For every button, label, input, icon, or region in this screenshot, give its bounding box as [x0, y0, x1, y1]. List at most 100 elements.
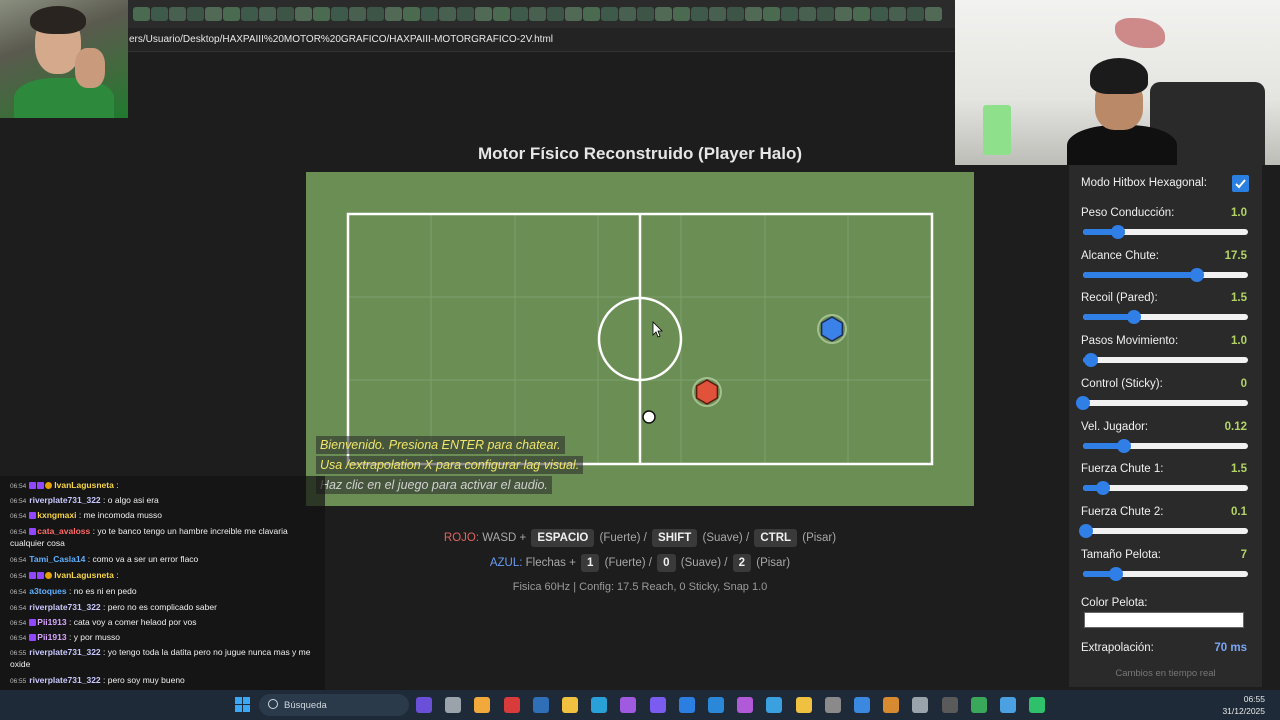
- slider-thumb[interactable]: [1095, 481, 1110, 496]
- browser-tab[interactable]: [708, 7, 726, 21]
- browser-tab-strip[interactable]: [0, 0, 955, 28]
- taskbar-app-icon[interactable]: [1000, 697, 1016, 713]
- browser-tab[interactable]: [528, 7, 546, 21]
- browser-tab[interactable]: [618, 7, 636, 21]
- slider-thumb[interactable]: [1110, 225, 1125, 239]
- setting-value: 0: [1240, 377, 1247, 390]
- browser-tab[interactable]: [204, 7, 222, 21]
- browser-tab[interactable]: [834, 7, 852, 21]
- setting-slider[interactable]: [1079, 523, 1248, 538]
- setting-value: 1.5: [1231, 292, 1247, 305]
- browser-tab[interactable]: [492, 7, 510, 21]
- key-badge: ESPACIO: [531, 529, 595, 547]
- browser-tab[interactable]: [294, 7, 312, 21]
- taskbar-app-icon[interactable]: [620, 697, 637, 713]
- taskbar-app-icon[interactable]: [445, 697, 462, 713]
- setting-slider[interactable]: [1083, 438, 1248, 453]
- browser-tab[interactable]: [654, 7, 672, 21]
- taskbar-app-icon[interactable]: [854, 697, 870, 713]
- taskbar-app-icon[interactable]: [970, 697, 987, 713]
- taskbar-app-icon[interactable]: [649, 697, 666, 713]
- browser-tab[interactable]: [762, 7, 780, 21]
- chat-message: 06:55 riverplate731_322 : pero soy muy bu…: [10, 675, 185, 685]
- slider-thumb[interactable]: [1079, 523, 1094, 538]
- setting-slider[interactable]: [1083, 267, 1248, 282]
- taskbar-app-icon[interactable]: [678, 697, 695, 713]
- taskbar-app-icon[interactable]: [795, 697, 812, 713]
- browser-tab[interactable]: [852, 7, 870, 21]
- setting-label: Alcance Chute:: [1081, 249, 1159, 262]
- taskbar-app-icon[interactable]: [474, 697, 491, 713]
- browser-tab[interactable]: [330, 7, 348, 21]
- browser-tab[interactable]: [780, 7, 798, 21]
- hitbox-checkbox[interactable]: [1232, 175, 1249, 192]
- browser-tab[interactable]: [816, 7, 834, 21]
- taskbar-app-icon[interactable]: [416, 697, 432, 713]
- taskbar-search[interactable]: Búsqueda: [259, 694, 409, 716]
- taskbar-app-icon[interactable]: [708, 697, 724, 713]
- browser-tab[interactable]: [348, 7, 366, 21]
- setting-slider[interactable]: [1083, 353, 1248, 368]
- address-bar[interactable]: ers/Usuario/Desktop/HAXPAIII%20MOTOR%20G…: [0, 28, 955, 52]
- taskbar-app-icon[interactable]: [562, 697, 578, 713]
- browser-tab[interactable]: [240, 7, 258, 21]
- browser-tab[interactable]: [276, 7, 294, 21]
- slider-thumb[interactable]: [1076, 395, 1090, 410]
- taskbar-app-icon[interactable]: [912, 697, 929, 713]
- setting-slider[interactable]: [1083, 310, 1248, 325]
- slider-thumb[interactable]: [1189, 267, 1204, 282]
- browser-tab[interactable]: [258, 7, 276, 21]
- taskbar-app-icon[interactable]: [737, 697, 754, 713]
- browser-tab[interactable]: [186, 7, 204, 21]
- ball-color-picker[interactable]: [1084, 612, 1244, 628]
- taskbar-app-icon[interactable]: [824, 697, 841, 713]
- browser-tab[interactable]: [672, 7, 690, 21]
- browser-tab[interactable]: [312, 7, 330, 21]
- browser-tab[interactable]: [150, 7, 168, 21]
- browser-tab[interactable]: [726, 7, 744, 21]
- taskbar-app-icon[interactable]: [503, 697, 520, 713]
- browser-tab[interactable]: [690, 7, 708, 21]
- taskbar-app-icon[interactable]: [532, 697, 549, 713]
- browser-tab[interactable]: [438, 7, 456, 21]
- browser-tab[interactable]: [222, 7, 240, 21]
- browser-tab[interactable]: [636, 7, 654, 21]
- url-text[interactable]: ers/Usuario/Desktop/HAXPAIII%20MOTOR%20G…: [129, 34, 553, 45]
- system-clock[interactable]: 06:55 31/12/2025: [1222, 693, 1265, 717]
- browser-tab[interactable]: [456, 7, 474, 21]
- browser-tab[interactable]: [582, 7, 600, 21]
- setting-slider[interactable]: [1083, 481, 1248, 496]
- browser-tab[interactable]: [546, 7, 564, 21]
- browser-tab[interactable]: [564, 7, 582, 21]
- setting-slider[interactable]: [1083, 566, 1248, 581]
- browser-tab[interactable]: [906, 7, 924, 21]
- browser-tab[interactable]: [870, 7, 888, 21]
- taskbar-app-icon[interactable]: [591, 697, 608, 713]
- browser-tab[interactable]: [798, 7, 816, 21]
- browser-tab[interactable]: [168, 7, 186, 21]
- browser-tab[interactable]: [744, 7, 762, 21]
- taskbar-app-icon[interactable]: [941, 697, 958, 713]
- taskbar-app-icon[interactable]: [883, 697, 900, 713]
- browser-tab[interactable]: [888, 7, 906, 21]
- taskbar-app-icon[interactable]: [766, 697, 783, 713]
- browser-tab[interactable]: [474, 7, 492, 21]
- setting-slider[interactable]: [1076, 395, 1248, 410]
- browser-tab[interactable]: [402, 7, 420, 21]
- browser-tab[interactable]: [600, 7, 618, 21]
- browser-tab[interactable]: [924, 7, 942, 21]
- browser-tab[interactable]: [384, 7, 402, 21]
- start-button[interactable]: [235, 697, 251, 713]
- browser-tab[interactable]: [366, 7, 384, 21]
- setting-slider[interactable]: [1083, 225, 1248, 239]
- slider-thumb[interactable]: [1109, 566, 1123, 581]
- key-badge: 1: [581, 554, 600, 572]
- slider-thumb[interactable]: [1127, 310, 1142, 325]
- slider-thumb[interactable]: [1084, 353, 1099, 368]
- chat-username: riverplate731_322: [29, 602, 101, 612]
- slider-thumb[interactable]: [1117, 438, 1132, 453]
- taskbar-app-icon[interactable]: [1029, 697, 1046, 713]
- browser-tab[interactable]: [420, 7, 438, 21]
- browser-tab[interactable]: [510, 7, 528, 21]
- browser-tab[interactable]: [132, 7, 150, 21]
